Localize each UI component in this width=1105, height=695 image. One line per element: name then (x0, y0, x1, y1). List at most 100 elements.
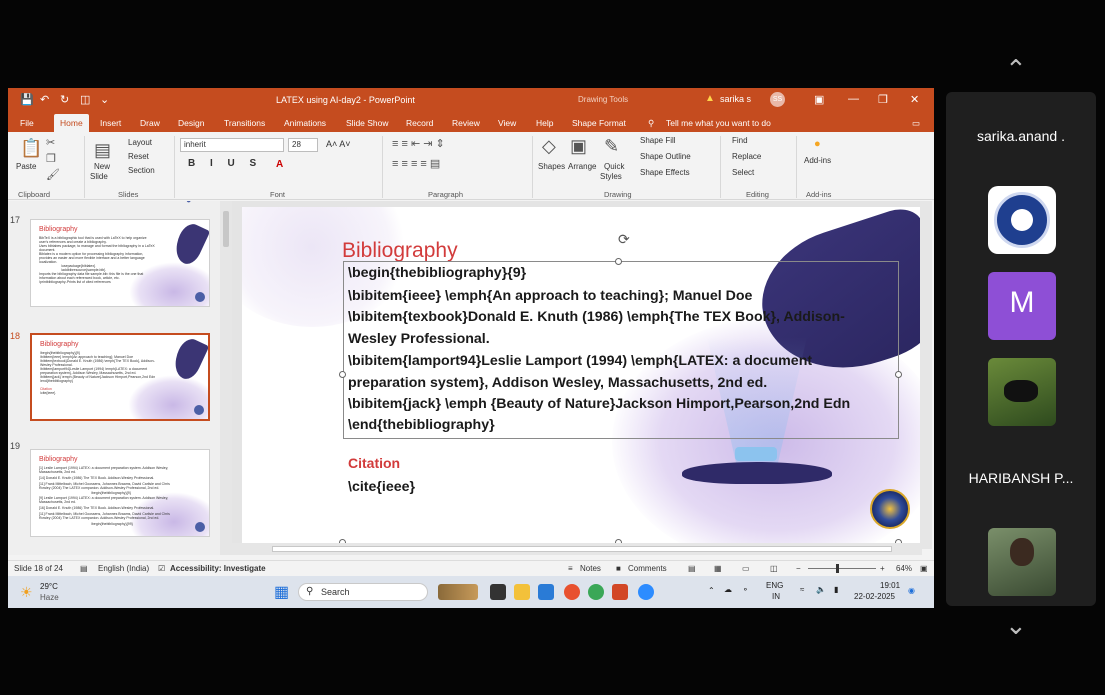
bold-italic-underline[interactable]: B I U S (188, 158, 262, 169)
layout-button[interactable]: Layout (128, 138, 152, 147)
zoom-in-icon[interactable]: + (880, 564, 885, 573)
slide-sorter-icon[interactable]: ▦ (714, 564, 722, 573)
participant-tile[interactable] (988, 358, 1056, 426)
participant-tile[interactable] (988, 186, 1056, 254)
powerpoint-taskbar-icon[interactable] (612, 584, 628, 600)
slideshow-icon[interactable]: ◫ (770, 564, 778, 573)
firefox-icon[interactable] (564, 584, 580, 600)
comments-button[interactable]: Comments (628, 564, 667, 573)
scrollbar-thumb[interactable] (223, 211, 229, 247)
accessibility-status[interactable]: Accessibility: Investigate (170, 564, 266, 573)
section-button[interactable]: Section (128, 166, 155, 175)
code-line[interactable]: Wesley Professional. (348, 331, 490, 347)
notes-icon[interactable]: ≡ (568, 564, 573, 573)
arrange-button[interactable]: Arrange (568, 162, 596, 171)
select-button[interactable]: Select (732, 168, 754, 177)
zoom-icon[interactable] (638, 584, 654, 600)
tab-file[interactable]: File (20, 118, 34, 128)
font-grow-icon[interactable]: A˄ A˅ (326, 139, 351, 149)
battery-icon[interactable]: ▮ (834, 585, 838, 594)
resize-handle[interactable] (895, 371, 902, 378)
thumbnail-slide-19[interactable]: Bibliography [1] Leslie Lamport (1994) L… (30, 449, 210, 537)
clock-date[interactable]: 22-02-2025 (854, 592, 895, 601)
shapes-icon[interactable]: ◇ (542, 136, 556, 157)
windows-start-icon[interactable]: ▦ (274, 582, 289, 602)
tab-shape-format[interactable]: Shape Format (572, 118, 626, 128)
zoom-level[interactable]: 64% (896, 564, 912, 573)
weather-temp[interactable]: 29°C (40, 582, 58, 591)
copy-icon[interactable]: ❐ (46, 152, 56, 165)
close-button[interactable]: ✕ (910, 93, 919, 106)
tab-review[interactable]: Review (452, 118, 480, 128)
wifi-icon[interactable]: ≈ (800, 585, 804, 594)
notes-button[interactable]: Notes (580, 564, 601, 573)
horizontal-scrollbar[interactable] (232, 543, 922, 555)
language-indicator[interactable]: English (India) (98, 564, 149, 573)
notification-icon[interactable]: ◉ (908, 586, 915, 595)
customize-icon[interactable]: ⌄ (100, 93, 109, 106)
normal-view-icon[interactable]: ▤ (688, 564, 696, 573)
chevron-up-icon[interactable]: ⌃ (708, 586, 715, 595)
tab-home[interactable]: Home (54, 114, 89, 134)
tab-help[interactable]: Help (536, 118, 553, 128)
microphone-icon[interactable]: ⚬ (742, 585, 749, 594)
quick-styles-button[interactable]: Quick (604, 162, 624, 171)
zoom-slider[interactable] (808, 568, 876, 569)
cite-line[interactable]: \cite{ieee} (348, 479, 415, 495)
replace-button[interactable]: Replace (732, 152, 761, 161)
chevron-up-icon[interactable]: ⌃ (1005, 56, 1027, 82)
tab-draw[interactable]: Draw (140, 118, 160, 128)
format-painter-icon[interactable]: 🖌 (46, 168, 60, 181)
participant-tile[interactable] (988, 528, 1056, 596)
font-name-box[interactable]: inherit (180, 138, 284, 152)
zoom-slider-thumb[interactable] (836, 564, 839, 573)
tab-slide-show[interactable]: Slide Show (346, 118, 389, 128)
quick-styles-icon[interactable]: ✎ (604, 136, 619, 157)
tab-design[interactable]: Design (178, 118, 204, 128)
chrome-icon[interactable] (588, 584, 604, 600)
tab-record[interactable]: Record (406, 118, 433, 128)
undo-icon[interactable]: ↶ (40, 93, 49, 106)
spellcheck-icon[interactable]: ▤ (80, 564, 88, 573)
clock-time[interactable]: 19:01 (880, 581, 900, 590)
font-color-icon[interactable]: A (276, 159, 283, 170)
thumbnail-slide-18[interactable]: Bibliography \begin{thebibliography}{9} … (30, 333, 210, 421)
language-eng[interactable]: ENG (766, 581, 783, 590)
tab-insert[interactable]: Insert (100, 118, 121, 128)
user-avatar[interactable]: SS (770, 92, 785, 107)
thumbnails-scrollbar[interactable] (220, 201, 232, 555)
arrange-icon[interactable]: ▣ (570, 136, 587, 157)
paste-button[interactable]: Paste (16, 162, 36, 171)
save-icon[interactable]: 💾 (20, 93, 34, 106)
tab-animations[interactable]: Animations (284, 118, 326, 128)
file-explorer-icon[interactable] (514, 584, 530, 600)
comments-status-icon[interactable]: ■ (616, 564, 621, 573)
thumbnail-slide-17[interactable]: Bibliography BibTeX is a bibliographic t… (30, 219, 210, 307)
comments-icon[interactable]: ▭ (912, 118, 920, 129)
accessibility-icon[interactable]: ☑ (158, 564, 165, 573)
cloud-icon[interactable]: ☁ (724, 585, 732, 594)
find-button[interactable]: Find (732, 136, 748, 145)
fit-slide-icon[interactable]: ▣ (920, 564, 928, 573)
current-slide[interactable]: Bibliography ⟳ \begin{thebibliography}{9… (242, 207, 922, 547)
align-icons[interactable]: ≡ ≡ ≡ ≡ ▤ (392, 157, 440, 170)
task-view-icon[interactable] (490, 584, 506, 600)
ribbon-display-icon[interactable]: ▣ (814, 93, 824, 106)
volume-icon[interactable]: 🔈 (816, 585, 826, 594)
new-slide-button[interactable]: New (94, 162, 110, 171)
paste-icon[interactable]: 📋 (20, 138, 42, 159)
code-line[interactable]: \bibitem{texbook}Donald E. Knuth (1986) … (348, 309, 845, 325)
language-in[interactable]: IN (772, 592, 780, 601)
scrollbar-thumb[interactable] (272, 546, 892, 552)
slide-scrollbar[interactable] (920, 201, 932, 549)
minimize-button[interactable]: — (848, 93, 859, 105)
new-slide-icon[interactable]: ▤ (94, 140, 111, 161)
resize-handle[interactable] (339, 371, 346, 378)
citation-heading[interactable]: Citation (348, 455, 400, 471)
maximize-button[interactable]: ❐ (878, 93, 888, 106)
bullets-icon[interactable]: ≡ ≡ ⇤ ⇥ ⇕ (392, 137, 445, 150)
zoom-out-icon[interactable]: − (796, 564, 801, 573)
redo-icon[interactable]: ↻ (60, 93, 69, 106)
shape-fill-button[interactable]: Shape Fill (640, 136, 676, 145)
font-size-box[interactable]: 28 (288, 138, 318, 152)
